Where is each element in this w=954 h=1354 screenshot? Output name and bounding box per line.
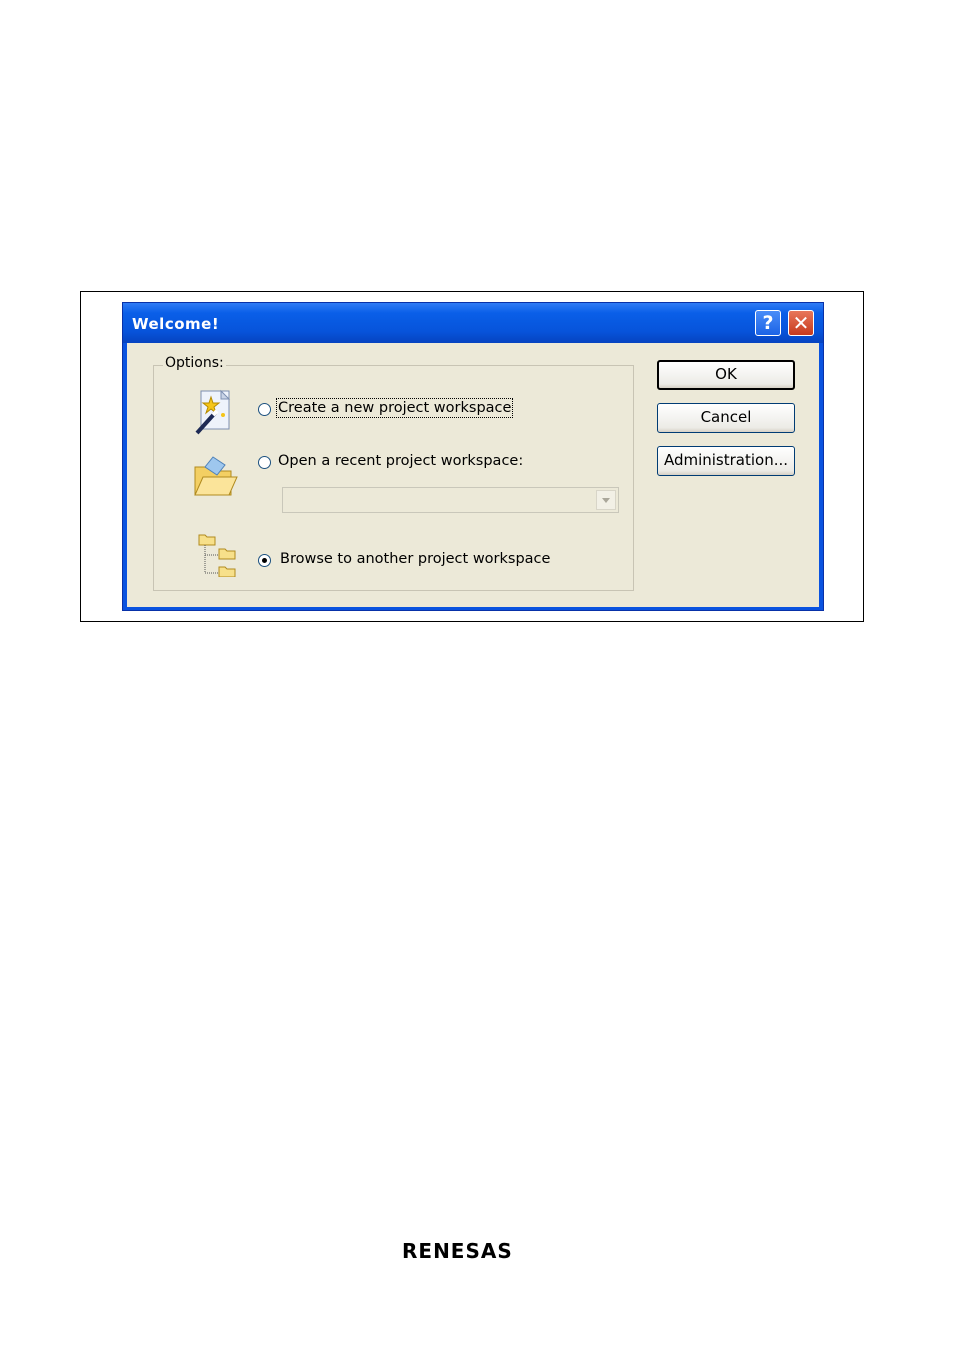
browse-workspace-label[interactable]: Browse to another project workspace — [280, 551, 550, 567]
folder-tree-icon — [198, 534, 236, 577]
browse-workspace-radio[interactable] — [258, 554, 271, 567]
title-bar[interactable]: Welcome! ? ✕ — [123, 303, 823, 343]
cancel-button[interactable]: Cancel — [657, 403, 795, 433]
options-group-label: Options: — [163, 355, 226, 371]
open-folder-icon — [194, 456, 238, 496]
create-workspace-radio[interactable] — [258, 403, 271, 416]
close-button[interactable]: ✕ — [788, 310, 814, 336]
new-workspace-wizard-icon — [195, 389, 231, 435]
welcome-dialog: Welcome! ? ✕ Options: Create a new proje… — [122, 302, 824, 611]
ok-button[interactable]: OK — [657, 360, 795, 390]
renesas-logo: RENESAS — [402, 1239, 513, 1263]
administration-button[interactable]: Administration... — [657, 446, 795, 476]
dialog-title: Welcome! — [132, 315, 220, 333]
chevron-down-icon[interactable] — [596, 490, 616, 510]
open-recent-radio[interactable] — [258, 456, 271, 469]
logo-text: RENESAS — [402, 1239, 513, 1263]
dialog-body: Options: Create a new project workspace … — [127, 343, 819, 607]
help-button[interactable]: ? — [755, 310, 781, 336]
create-workspace-label[interactable]: Create a new project workspace — [275, 398, 514, 418]
open-recent-label[interactable]: Open a recent project workspace: — [278, 453, 523, 469]
recent-workspace-combo[interactable] — [282, 487, 619, 513]
